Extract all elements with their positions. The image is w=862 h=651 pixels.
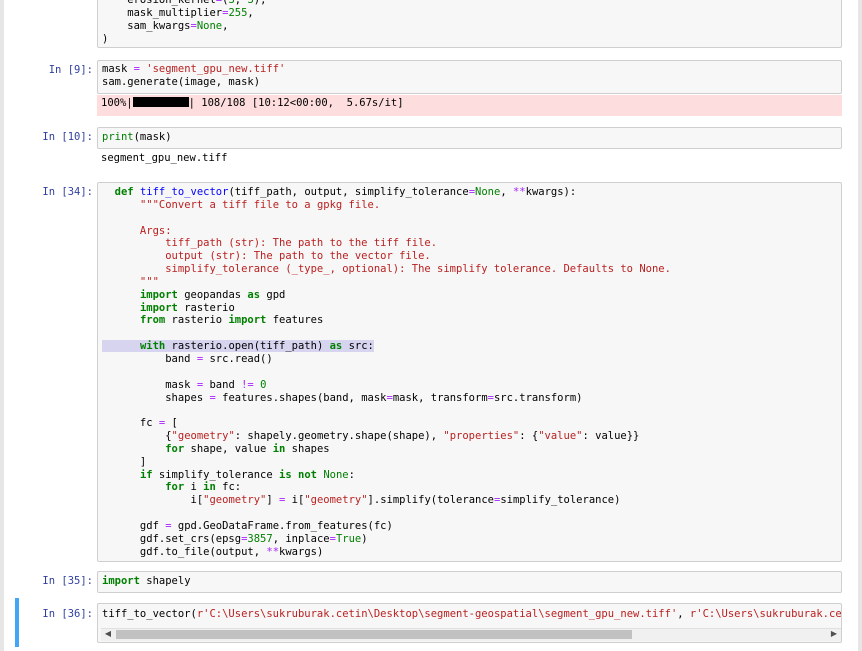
cell-prompt-34: In [34]:	[42, 186, 93, 198]
triangle-right-icon[interactable]: ▶	[829, 628, 839, 640]
cell-prompt-10: In [10]:	[42, 131, 93, 143]
code-block-34: def tiff_to_vector(tiff_path, output, si…	[102, 186, 671, 558]
progress-output-9: 100%| | 108/108 [10:12<00:00, 5.67s/it]	[97, 95, 842, 116]
selected-cell-indicator	[15, 598, 19, 647]
cell-input-35[interactable]: import shapely	[97, 571, 842, 593]
notebook-right-margin	[858, 0, 862, 651]
notebook-left-margin	[0, 0, 4, 651]
progress-status: | 108/108 [10:12<00:00, 5.67s/it]	[188, 97, 404, 109]
triangle-left-icon[interactable]: ◀	[103, 628, 113, 640]
cell-input-34[interactable]: def tiff_to_vector(tiff_path, output, si…	[97, 182, 842, 562]
cell-input-top-partial[interactable]: erosion_kernel=(3, 3), mask_multiplier=2…	[97, 0, 842, 48]
code-block-10: print(mask)	[102, 131, 172, 143]
cell-input-10[interactable]: print(mask)	[97, 127, 842, 149]
cell-prompt-9: In [9]:	[48, 64, 93, 76]
scrollbar-thumb[interactable]	[116, 630, 632, 639]
cell-prompt-35: In [35]:	[42, 575, 93, 587]
progress-bar	[132, 97, 189, 107]
code-block-9: mask = 'segment_gpu_new.tiff' sam.genera…	[102, 63, 286, 88]
code-block-35: import shapely	[102, 575, 191, 587]
progress-percent: 100%|	[101, 97, 133, 109]
cell-input-9[interactable]: mask = 'segment_gpu_new.tiff' sam.genera…	[97, 60, 842, 94]
code-block-top: erosion_kernel=(3, 3), mask_multiplier=2…	[102, 0, 267, 45]
cell-output-10: segment_gpu_new.tiff	[101, 152, 228, 164]
code-block-36: tiff_to_vector(r'C:\Users\sukruburak.cet…	[102, 608, 841, 620]
cell-prompt-36: In [36]:	[42, 608, 93, 620]
